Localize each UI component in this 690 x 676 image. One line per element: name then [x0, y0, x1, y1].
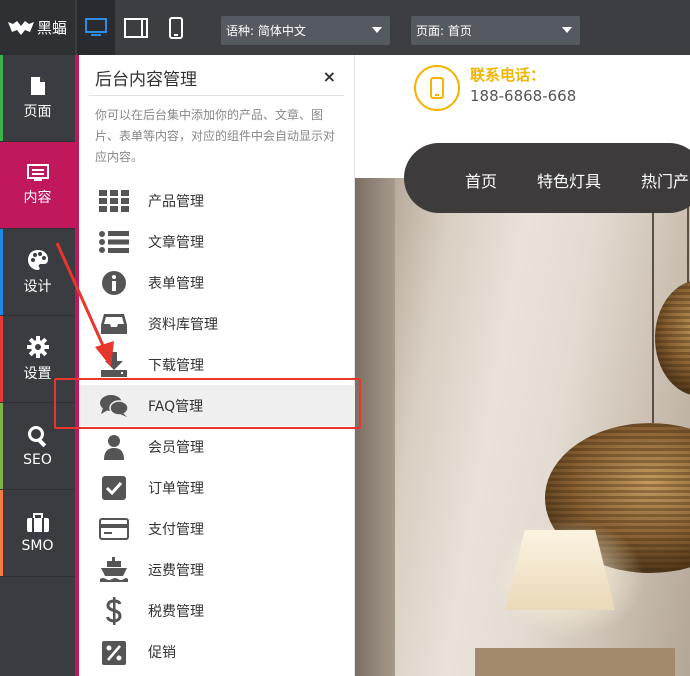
contact-label: 联系电话： [470, 66, 546, 84]
site-nav-featured-lamps[interactable]: 特色灯具 [537, 168, 601, 192]
page-select[interactable]: 页面: 首页 [411, 16, 580, 45]
menu-item-label: 订单管理 [148, 480, 204, 497]
bat-logo-icon [7, 20, 34, 35]
side-table [475, 648, 675, 676]
rail-item-smo[interactable]: SMO [0, 490, 75, 577]
user-icon [99, 433, 129, 461]
rail-accent-bar [0, 229, 3, 315]
top-toolbar: 黑蝠 语种: 简体中文 页面: 首页 [0, 0, 690, 55]
logo-text: 黑蝠 [36, 19, 67, 37]
page-icon [30, 76, 45, 95]
ship-icon [99, 556, 129, 584]
page-select-value: 页面: 首页 [416, 24, 472, 38]
menu-item-promotions[interactable]: 促销 [79, 631, 355, 672]
menu-item-label: 下载管理 [148, 357, 204, 374]
phone-badge [414, 65, 460, 111]
site-nav-hot-products[interactable]: 热门产 [641, 168, 689, 192]
rail-item-page[interactable]: 页面 [0, 55, 75, 142]
percent-icon [99, 638, 129, 666]
device-mobile-button[interactable] [157, 0, 195, 55]
highlight-box [54, 378, 361, 429]
rail-accent-bar [0, 55, 3, 141]
menu-item-products[interactable]: 产品管理 [79, 180, 355, 221]
divider [89, 95, 344, 96]
rail-accent-bar [0, 316, 3, 402]
contact-number: 188-6868-668 [470, 87, 577, 105]
credit-card-icon [99, 515, 129, 543]
device-desktop-button[interactable] [77, 0, 115, 55]
logo[interactable]: 黑蝠 [0, 0, 75, 55]
menu-item-label: 运费管理 [148, 562, 204, 579]
menu-item-label: 产品管理 [148, 193, 204, 210]
menu-item-payments[interactable]: 支付管理 [79, 508, 355, 549]
checkbox-icon [99, 474, 129, 502]
phone-icon [430, 77, 444, 99]
site-preview: 联系电话： 188-6868-668 首页 特色灯具 热门产 [355, 55, 690, 676]
language-select-value: 语种: 简体中文 [226, 24, 306, 38]
rail-item-label: SEO [23, 451, 52, 468]
menu-item-members[interactable]: 会员管理 [79, 426, 355, 467]
language-select[interactable]: 语种: 简体中文 [221, 16, 390, 45]
menu-item-label: 支付管理 [148, 521, 204, 538]
menu-item-label: 文章管理 [148, 234, 204, 251]
close-icon[interactable]: × [323, 67, 336, 86]
rail-item-label: SMO [21, 537, 54, 554]
menu-item-label: 会员管理 [148, 439, 204, 456]
chevron-down-icon [372, 27, 382, 33]
annotation-arrow [55, 242, 114, 367]
dollar-icon [99, 597, 129, 625]
content-icon [26, 163, 49, 181]
menu-item-label: 税费管理 [148, 603, 204, 620]
menu-item-label: 表单管理 [148, 275, 204, 292]
device-tablet-button[interactable] [117, 0, 155, 55]
rail-item-label: 页面 [23, 103, 52, 120]
menu-item-orders[interactable]: 订单管理 [79, 467, 355, 508]
rail-item-label: 内容 [23, 189, 52, 206]
grid-icon [99, 187, 129, 215]
panel-title: 后台内容管理 [95, 70, 197, 90]
panel-description: 你可以在后台集中添加你的产品、文章、图片、表单等内容，对应的组件中会自动显示对应… [95, 108, 336, 164]
desktop-icon [85, 17, 107, 36]
rail-accent-bar [0, 490, 3, 576]
menu-item-tax[interactable]: 税费管理 [79, 590, 355, 631]
menu-item-label: 促销 [148, 644, 176, 661]
site-nav-home[interactable]: 首页 [465, 168, 497, 192]
search-icon [27, 425, 46, 447]
tablet-icon [124, 17, 148, 38]
menu-item-shipping[interactable]: 运费管理 [79, 549, 355, 590]
chevron-down-icon [562, 27, 572, 33]
briefcase-icon [26, 512, 49, 532]
rail-accent-bar [0, 403, 3, 489]
hero-image [355, 178, 690, 676]
menu-item-label: 资料库管理 [148, 316, 218, 333]
mobile-icon [169, 16, 183, 39]
rail-item-content[interactable]: 内容 [0, 142, 75, 229]
